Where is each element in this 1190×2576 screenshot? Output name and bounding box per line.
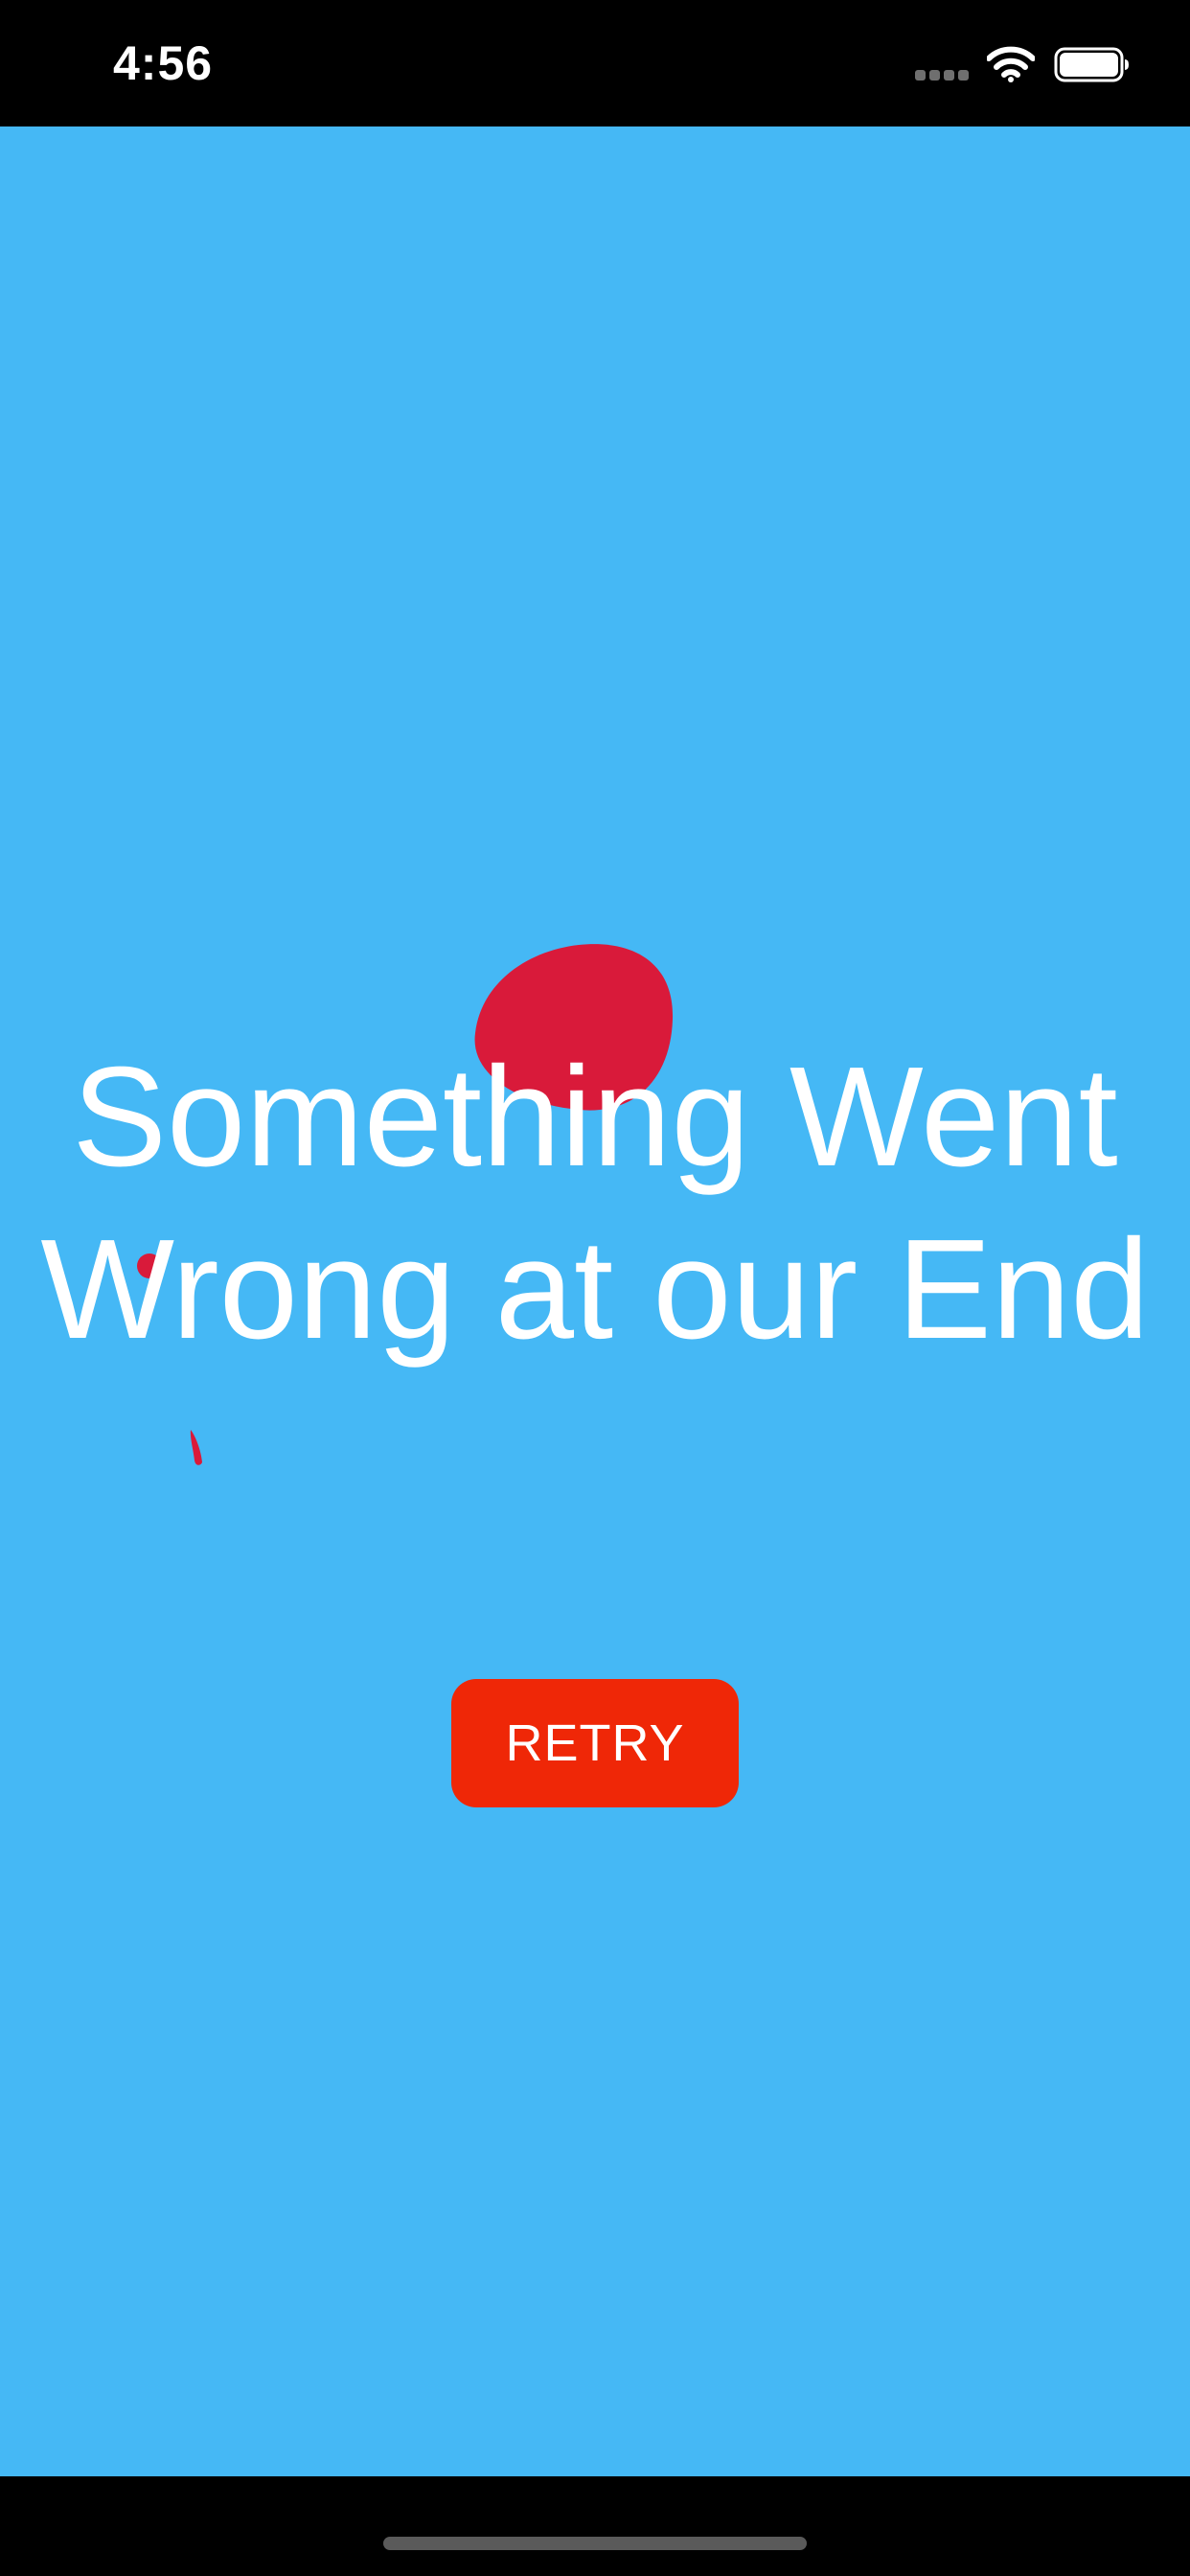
error-message-title: Something Went Wrong at our End — [40, 1038, 1150, 1368]
red-sliver-decoration — [190, 1430, 202, 1465]
status-time: 4:56 — [113, 36, 214, 90]
home-indicator-area — [0, 2476, 1190, 2576]
status-bar: 4:56 — [0, 0, 1190, 126]
battery-icon — [1054, 47, 1129, 82]
wifi-icon — [987, 46, 1035, 82]
retry-button[interactable]: RETRY — [451, 1679, 739, 1807]
cellular-signal-icon — [915, 70, 969, 81]
home-indicator[interactable] — [383, 2537, 807, 2550]
